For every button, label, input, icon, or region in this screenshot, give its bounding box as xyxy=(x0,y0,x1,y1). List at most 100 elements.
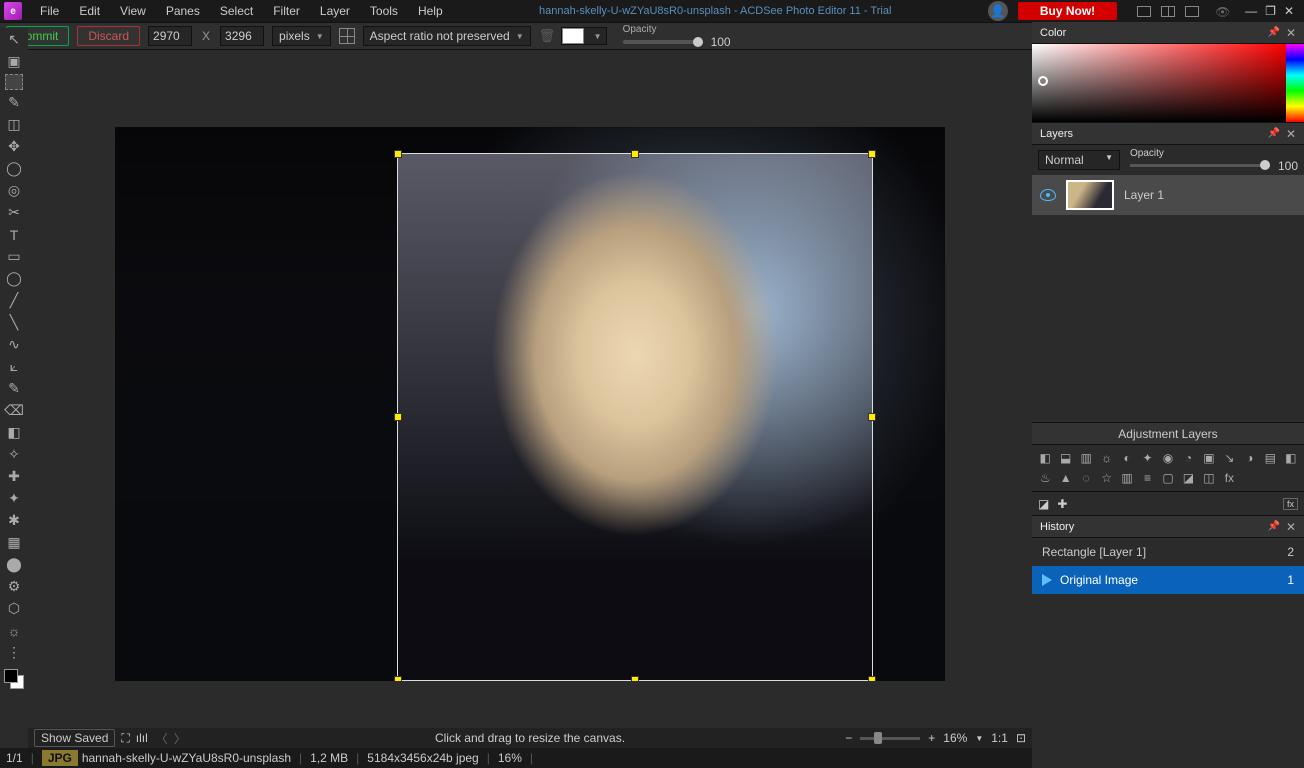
pin-icon[interactable]: 📌 xyxy=(1267,27,1279,38)
minimize-button[interactable]: — xyxy=(1245,4,1257,18)
tool-4[interactable]: ◫ xyxy=(3,115,25,134)
adj-icon-0[interactable]: ◧ xyxy=(1036,449,1054,467)
tool-8[interactable]: ✂ xyxy=(3,203,25,222)
tool-16[interactable]: ✎ xyxy=(3,379,25,398)
aspect-select[interactable]: Aspect ratio not preserved▼ xyxy=(363,26,531,46)
adj-icon-21[interactable]: ◫ xyxy=(1200,469,1218,487)
menu-tools[interactable]: Tools xyxy=(360,1,408,21)
menu-edit[interactable]: Edit xyxy=(69,1,110,21)
tool-10[interactable]: ▭ xyxy=(3,247,25,266)
adj-icon-2[interactable]: ▥ xyxy=(1077,449,1095,467)
adj-icon-10[interactable]: ◑ xyxy=(1241,449,1259,467)
tool-21[interactable]: ✦ xyxy=(3,489,25,508)
handle-bottom-center[interactable] xyxy=(631,676,639,681)
zoom-slider[interactable] xyxy=(860,737,920,740)
adj-icon-22[interactable]: fx xyxy=(1220,469,1238,487)
adj-icon-20[interactable]: ◪ xyxy=(1179,469,1197,487)
adj-icon-8[interactable]: ▣ xyxy=(1200,449,1218,467)
layout-single-icon[interactable] xyxy=(1137,6,1151,17)
tool-19[interactable]: ✧ xyxy=(3,445,25,464)
panel-close-icon[interactable]: ✕ xyxy=(1286,127,1296,141)
canvas[interactable] xyxy=(115,127,945,681)
new-adj-icon[interactable]: ◪ xyxy=(1038,497,1049,511)
trash-icon[interactable] xyxy=(539,28,553,44)
tool-5[interactable]: ✥ xyxy=(3,137,25,156)
handle-top-center[interactable] xyxy=(631,150,639,158)
fg-bg-swatch[interactable] xyxy=(4,669,24,689)
layout-icons[interactable] xyxy=(1137,6,1199,17)
tool-28[interactable]: ⋮ xyxy=(3,643,25,662)
menu-panes[interactable]: Panes xyxy=(156,1,210,21)
close-button[interactable]: ✕ xyxy=(1284,4,1294,18)
prev-icon[interactable]: 〈 xyxy=(156,730,168,747)
height-input[interactable] xyxy=(220,26,264,46)
tool-24[interactable]: ⬤ xyxy=(3,555,25,574)
adj-icon-15[interactable]: ◌ xyxy=(1077,469,1095,487)
layer-row[interactable]: Layer 1 xyxy=(1032,175,1304,215)
tool-0[interactable]: ↖ xyxy=(3,30,25,49)
adj-icon-9[interactable]: ↘ xyxy=(1220,449,1238,467)
tool-13[interactable]: ╲ xyxy=(3,313,25,332)
adj-icon-17[interactable]: ▥ xyxy=(1118,469,1136,487)
color-swatch-select[interactable]: ▼ xyxy=(561,27,607,45)
adj-icon-12[interactable]: ◧ xyxy=(1282,449,1300,467)
tool-9[interactable]: T xyxy=(3,225,25,244)
adj-icon-19[interactable]: ▢ xyxy=(1159,469,1177,487)
tool-6[interactable]: ◯ xyxy=(3,159,25,178)
account-icon[interactable]: 👤 xyxy=(988,1,1008,21)
units-select[interactable]: pixels▼ xyxy=(272,26,331,46)
adj-icon-3[interactable]: ☼ xyxy=(1097,449,1115,467)
buy-now-button[interactable]: Buy Now! xyxy=(1018,2,1117,20)
menu-filter[interactable]: Filter xyxy=(263,1,310,21)
layer-opacity-slider[interactable] xyxy=(1130,164,1270,167)
zoom-fit-icon[interactable]: ⊡ xyxy=(1016,731,1026,745)
menu-file[interactable]: File xyxy=(30,1,69,21)
zoom-out-icon[interactable]: − xyxy=(845,731,852,745)
adj-icon-6[interactable]: ◉ xyxy=(1159,449,1177,467)
menu-select[interactable]: Select xyxy=(210,1,263,21)
history-item[interactable]: Rectangle [Layer 1]2 xyxy=(1032,538,1304,566)
tool-11[interactable]: ◯ xyxy=(3,269,25,288)
tool-20[interactable]: ✚ xyxy=(3,467,25,486)
tool-23[interactable]: ▦ xyxy=(3,533,25,552)
zoom-in-icon[interactable]: + xyxy=(928,731,935,745)
width-input[interactable] xyxy=(148,26,192,46)
menu-help[interactable]: Help xyxy=(408,1,453,21)
tool-26[interactable]: ⬡ xyxy=(3,599,25,618)
tool-12[interactable]: ╱ xyxy=(3,291,25,310)
crop-rectangle[interactable] xyxy=(397,153,873,681)
opacity-slider[interactable] xyxy=(623,40,703,44)
tool-7[interactable]: ◎ xyxy=(3,181,25,200)
blend-mode-select[interactable]: Normal▼ xyxy=(1038,150,1120,170)
visibility-icon[interactable] xyxy=(1040,189,1056,201)
adj-icon-7[interactable]: ◔ xyxy=(1179,449,1197,467)
pin-icon[interactable]: 📌 xyxy=(1267,128,1279,139)
zoom-1to1[interactable]: 1:1 xyxy=(991,731,1008,745)
panel-close-icon[interactable]: ✕ xyxy=(1286,26,1296,40)
menu-view[interactable]: View xyxy=(110,1,156,21)
tool-2[interactable] xyxy=(5,74,23,90)
tool-1[interactable]: ▣ xyxy=(3,52,25,71)
tool-17[interactable]: ⌫ xyxy=(3,401,25,420)
adj-icon-14[interactable]: ▲ xyxy=(1056,469,1074,487)
maximize-button[interactable]: ❐ xyxy=(1265,4,1276,18)
adj-icon-5[interactable]: ✦ xyxy=(1138,449,1156,467)
menu-layer[interactable]: Layer xyxy=(310,1,360,21)
panel-close-icon[interactable]: ✕ xyxy=(1286,520,1296,534)
adj-icon-13[interactable]: ♨ xyxy=(1036,469,1054,487)
hue-slider[interactable] xyxy=(1286,44,1304,122)
preview-toggle-icon[interactable]: 👁 xyxy=(1215,5,1233,17)
zoom-dropdown[interactable]: ▼ xyxy=(975,734,983,743)
color-picker[interactable] xyxy=(1032,44,1286,122)
tool-25[interactable]: ⚙ xyxy=(3,577,25,596)
tool-15[interactable]: ⟀ xyxy=(3,357,25,376)
tool-27[interactable]: ☼ xyxy=(3,621,25,640)
tool-22[interactable]: ✱ xyxy=(3,511,25,530)
handle-mid-left[interactable] xyxy=(394,413,402,421)
handle-bottom-right[interactable] xyxy=(868,676,876,681)
layout-split-icon[interactable] xyxy=(1161,6,1175,17)
adj-icon-16[interactable]: ☆ xyxy=(1097,469,1115,487)
adj-icon-4[interactable]: ◐ xyxy=(1118,449,1136,467)
tool-18[interactable]: ◧ xyxy=(3,423,25,442)
tool-14[interactable]: ∿ xyxy=(3,335,25,354)
